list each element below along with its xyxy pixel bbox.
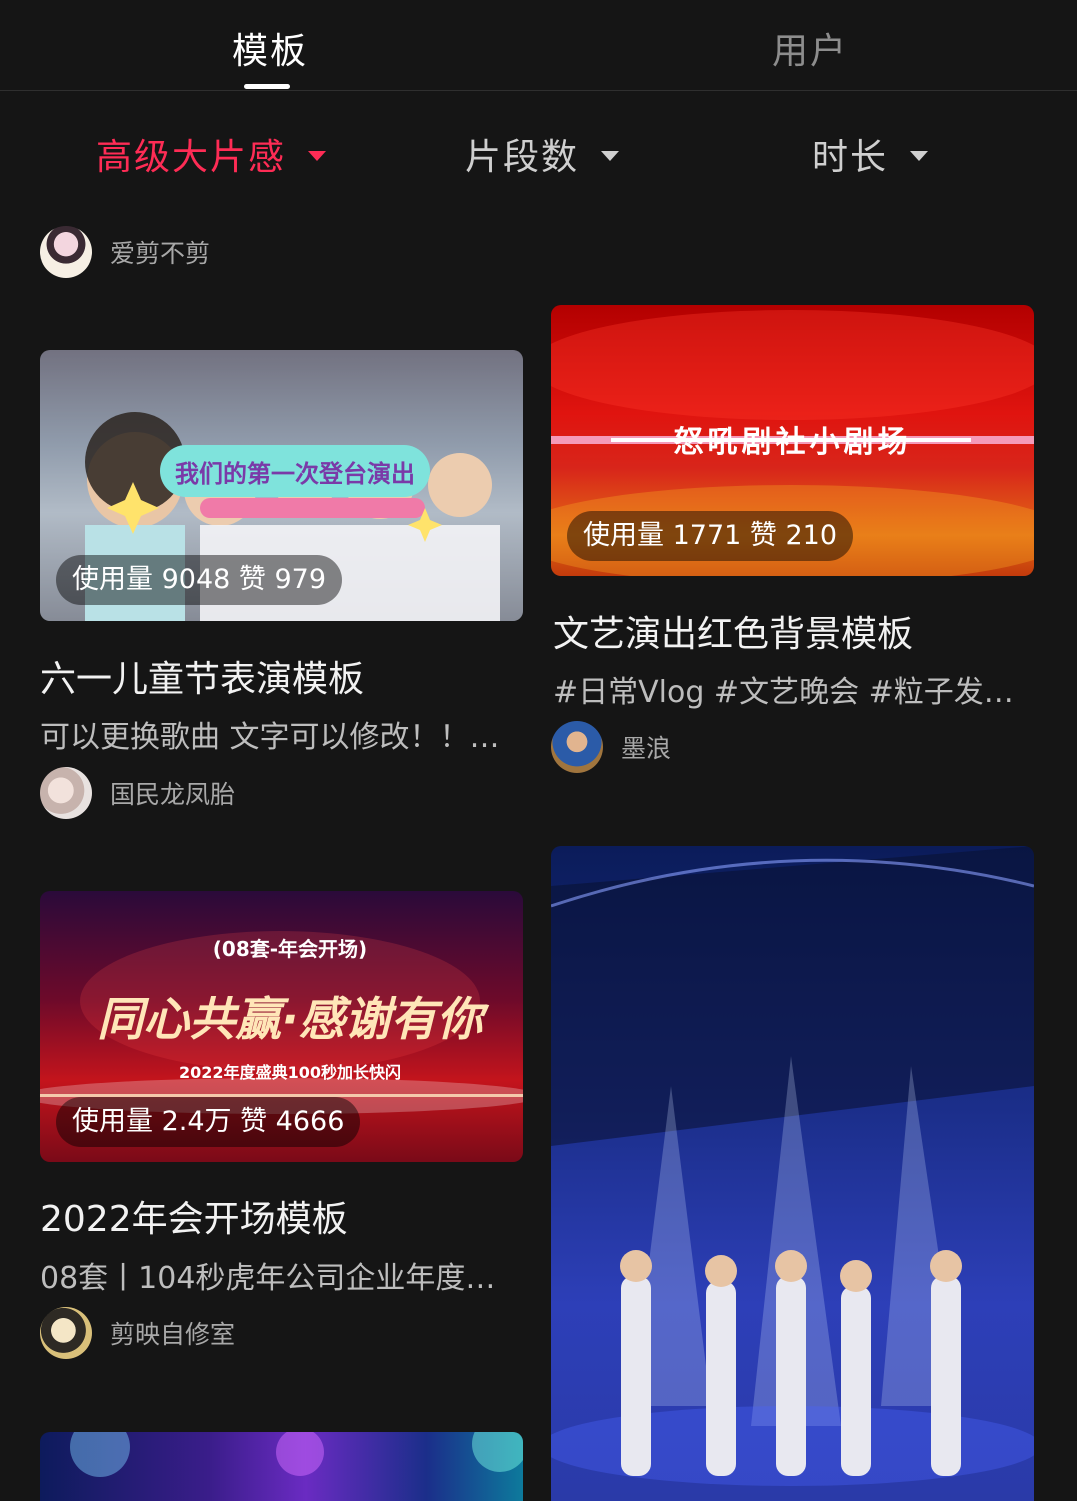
avatar [40, 1307, 92, 1359]
author-name: 爱剪不剪 [110, 239, 211, 268]
template-thumbnail[interactable] [40, 1432, 523, 1501]
tab-templates[interactable]: 模板 [232, 22, 308, 74]
template-thumbnail[interactable] [551, 846, 1034, 1501]
usage-stats: 使用量 9048 赞 979 [56, 555, 342, 605]
thumbnail-caption: 同心共赢·感谢有你 [97, 992, 483, 1046]
top-tab-bar: 模板 用户 [0, 0, 1077, 91]
template-title[interactable]: 六一儿童节表演模板 [40, 650, 364, 702]
template-title[interactable]: 文艺演出红色背景模板 [553, 605, 913, 657]
usage-stats: 使用量 2.4万 赞 4666 [56, 1097, 361, 1147]
filter-segments-label: 片段数 [465, 137, 580, 178]
author-row[interactable]: 国民龙凤胎 [40, 766, 235, 820]
filter-style-label: 高级大片感 [96, 137, 287, 178]
template-thumbnail[interactable]: (08套-年会开场) 同心共赢·感谢有你 2022年度盛典100秒加长快闪 使用… [40, 891, 523, 1162]
author-name: 国民龙凤胎 [110, 780, 236, 809]
template-thumbnail[interactable]: 怒吼剧社小剧场 使用量 1771 赞 210 [551, 305, 1034, 576]
thumbnail-caption: 怒吼剧社小剧场 [673, 425, 912, 460]
thumbnail-image [551, 846, 1034, 1486]
template-title[interactable]: 2022年会开场模板 [40, 1190, 348, 1242]
author-row[interactable]: 剪映自修室 [40, 1306, 235, 1360]
author-row[interactable]: 爱剪不剪 [40, 225, 210, 279]
avatar [40, 226, 92, 278]
thumbnail-image [70, 1432, 523, 1477]
author-name: 剪映自修室 [110, 1320, 236, 1349]
thumbnail-caption: 我们的第一次登台演出 [175, 460, 415, 488]
filter-duration-dropdown[interactable]: 时长 [812, 128, 929, 180]
avatar [40, 767, 92, 819]
caret-down-icon [910, 151, 929, 161]
filter-style-dropdown[interactable]: 高级大片感 [96, 128, 327, 180]
caret-down-icon [308, 151, 327, 161]
template-description: 可以更换歌曲 文字可以修改！！… [40, 720, 500, 755]
filter-segments-dropdown[interactable]: 片段数 [465, 128, 620, 180]
thumbnail-caption-sub: 2022年度盛典100秒加长快闪 [179, 1063, 401, 1082]
active-tab-indicator [244, 84, 290, 89]
usage-stats: 使用量 1771 赞 210 [567, 511, 853, 561]
tab-users[interactable]: 用户 [772, 22, 848, 74]
template-thumbnail[interactable]: 我们的第一次登台演出 使用量 9048 赞 979 [40, 350, 523, 621]
template-description: 08套丨104秒虎年公司企业年度… [40, 1261, 496, 1296]
author-row[interactable]: 墨浪 [551, 720, 671, 774]
filter-duration-label: 时长 [812, 137, 889, 178]
caret-down-icon [601, 151, 620, 161]
avatar [551, 721, 603, 773]
template-description: #日常Vlog #文艺晚会 #粒子发… [553, 675, 1014, 710]
thumbnail-caption-top: (08套-年会开场) [212, 937, 368, 961]
author-name: 墨浪 [621, 734, 672, 763]
